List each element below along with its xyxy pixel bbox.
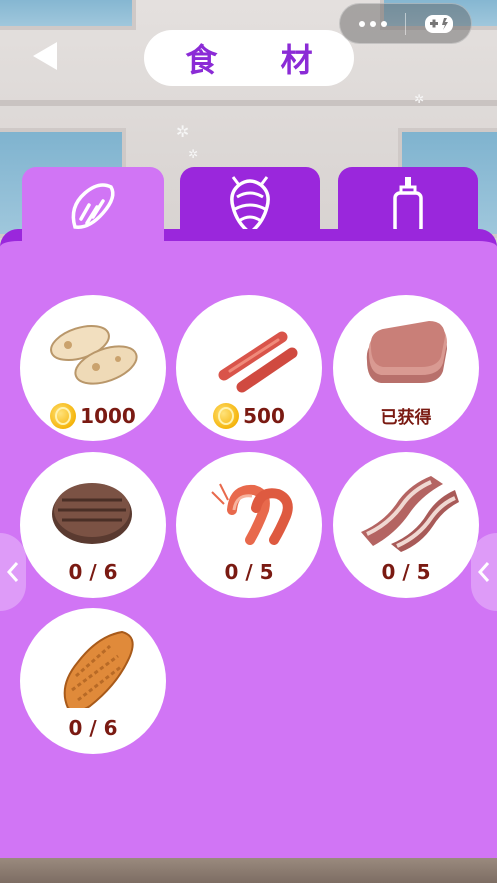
snowflake-icon: ✲ xyxy=(188,147,199,161)
page-title: 食 材 xyxy=(144,30,354,86)
price-text: 1000 xyxy=(80,404,136,428)
item-progress: 0 / 5 xyxy=(176,560,322,584)
item-status: 已获得 xyxy=(333,403,479,428)
snowflake-icon: ✲ xyxy=(414,92,425,106)
back-arrow-icon xyxy=(33,42,57,70)
floor xyxy=(0,858,497,883)
tab-bread[interactable] xyxy=(22,167,164,247)
item-progress: 0 / 6 xyxy=(20,716,166,740)
chicken-roll-image xyxy=(50,324,138,385)
progress-text: 0 / 5 xyxy=(224,560,274,584)
mini-program-capsule xyxy=(339,3,472,44)
chevron-left-icon xyxy=(477,562,490,582)
page-title-text: 食 材 xyxy=(185,41,339,79)
ingredient-slot-beef-patty[interactable]: 0 / 6 xyxy=(20,452,166,598)
coin-icon xyxy=(213,403,240,429)
bacon-image xyxy=(361,476,459,552)
coin-icon xyxy=(50,403,77,429)
window xyxy=(0,0,136,30)
ham-slices-image xyxy=(366,321,447,383)
item-price: 500 xyxy=(176,403,322,429)
item-price: 1000 xyxy=(20,403,166,429)
item-progress: 0 / 5 xyxy=(333,560,479,584)
sauce-bottle-icon xyxy=(393,177,423,235)
snowflake-icon: ✲ xyxy=(176,122,190,141)
price-text: 500 xyxy=(243,404,285,428)
more-dots-icon xyxy=(358,20,387,27)
bread-icon xyxy=(71,183,115,229)
chicken-cutlet-image xyxy=(63,630,134,708)
progress-text: 0 / 6 xyxy=(68,716,118,740)
item-progress: 0 / 6 xyxy=(20,560,166,584)
ingredient-slot-sausage[interactable]: 500 xyxy=(176,295,322,441)
shrimp-image xyxy=(211,483,293,545)
ingredient-slot-ham[interactable]: 已获得 xyxy=(333,295,479,441)
next-page-button[interactable] xyxy=(471,533,497,611)
progress-text: 0 / 5 xyxy=(381,560,431,584)
ingredient-slot-chicken-cutlet[interactable]: 0 / 6 xyxy=(20,608,166,754)
sausage-image xyxy=(218,331,298,393)
ingredient-slot-chicken-roll[interactable]: 1000 xyxy=(20,295,166,441)
back-button[interactable] xyxy=(28,38,62,74)
owned-text: 已获得 xyxy=(380,408,432,428)
game-menu-button[interactable] xyxy=(406,4,471,43)
chevron-left-icon xyxy=(6,562,19,582)
ingredient-slot-shrimp[interactable]: 0 / 5 xyxy=(176,452,322,598)
beef-patty-image xyxy=(52,483,132,544)
ingredient-slot-bacon[interactable]: 0 / 5 xyxy=(333,452,479,598)
gamepad-icon xyxy=(424,14,453,33)
more-button[interactable] xyxy=(340,4,405,43)
shrimp-icon xyxy=(230,176,270,236)
progress-text: 0 / 6 xyxy=(68,560,118,584)
